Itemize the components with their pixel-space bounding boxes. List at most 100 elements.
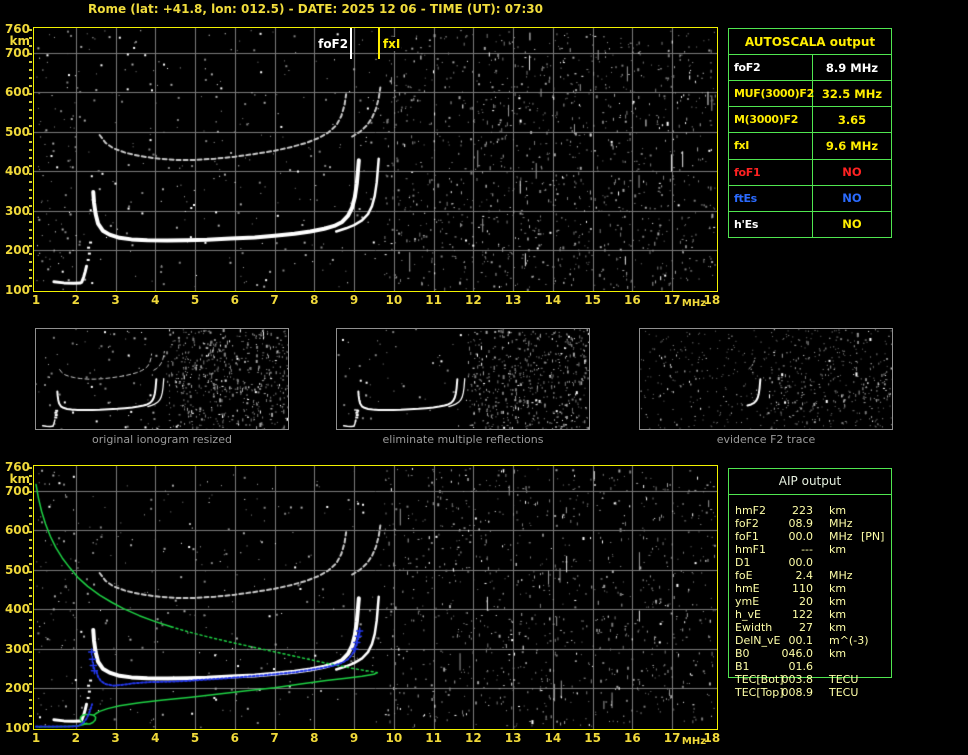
parameter-value: 003.8 <box>781 673 814 686</box>
y-tick-label: 200 <box>4 681 30 696</box>
parameter-value: NO <box>842 165 862 180</box>
autoscala-row-m3000f2: M(3000)F2 3.65 <box>729 107 891 134</box>
x-tick-label: 13 <box>504 731 522 745</box>
parameter-unit: km <box>829 608 847 621</box>
x-tick-label: 17 <box>663 731 681 745</box>
aip-row-hmf2: hmF2 223 km <box>729 504 893 517</box>
x-tick-label: 15 <box>584 293 601 307</box>
aip-header-separator <box>729 494 891 495</box>
autoscala-window: { "window": { "title": "Rome (lat: +41.8… <box>0 0 968 755</box>
parameter-unit: TECU <box>829 686 859 699</box>
parameter-value: 8.9 MHz <box>825 60 879 75</box>
x-tick-label: 4 <box>151 731 160 745</box>
x-tick-label: 6 <box>230 731 239 745</box>
parameter-value: 110 <box>792 582 813 595</box>
x-tick-label: 11 <box>425 731 442 745</box>
window-title: Rome (lat: +41.8, lon: 012.5) - DATE: 20… <box>88 2 543 16</box>
thumbnail-cleaned-canvas <box>337 329 589 429</box>
aip-row-ewidth: Ewidth 27 km <box>729 621 893 634</box>
autoscala-row-fxi: fxI 9.6 MHz <box>729 133 891 160</box>
aip-row-d1: D1 00.0 <box>729 556 893 569</box>
y-tick-label: 200 <box>4 243 30 258</box>
parameter-unit: km <box>829 543 847 556</box>
thumbnail-original-canvas <box>36 329 288 429</box>
autoscala-table-header: AUTOSCALA output <box>729 29 891 55</box>
thumbnail-original-caption: original ionogram resized <box>92 433 232 446</box>
parameter-value: 3.65 <box>837 112 867 127</box>
parameter-value: 2.4 <box>795 569 814 582</box>
top-ionogram-panel <box>33 27 718 292</box>
y-tick-label: 500 <box>4 124 30 139</box>
parameter-name: B0 <box>735 647 750 660</box>
fof2-marker-label: foF2 <box>317 37 350 51</box>
parameter-value: 008.9 <box>781 686 814 699</box>
y-tick-label: 500 <box>4 562 30 577</box>
x-tick-label: 4 <box>151 293 160 307</box>
parameter-name: foF1 <box>729 159 813 185</box>
x-axis-unit-label: MHz <box>681 298 707 309</box>
parameter-note: [PN] <box>861 530 885 543</box>
parameter-value: 20 <box>799 595 813 608</box>
x-tick-label: 10 <box>385 731 403 745</box>
y-axis-unit-label: km <box>9 472 30 486</box>
parameter-value: NO <box>842 191 862 206</box>
parameter-name: foF2 <box>729 55 813 81</box>
parameter-value: 223 <box>792 504 813 517</box>
x-tick-label: 16 <box>624 731 641 745</box>
y-tick-label: 700 <box>4 45 30 60</box>
aip-row-b1: B1 01.6 <box>729 660 893 673</box>
autoscala-row-hes: h'Es NO <box>729 211 891 237</box>
thumbnail-original-panel <box>35 328 289 430</box>
aip-row-yme: ymE 20 km <box>729 595 893 608</box>
x-tick-label: 8 <box>310 293 319 307</box>
aip-row-delnve: DelN_vE 00.1 m^(-3) <box>729 634 893 647</box>
x-tick-label: 7 <box>270 293 279 307</box>
aip-row-fof1: foF1 00.0 MHz [PN] <box>729 530 893 543</box>
y-tick-label: 700 <box>4 483 30 498</box>
aip-row-tecbot: TEC[Bot] 003.8 TECU <box>729 673 893 686</box>
parameter-value: 046.0 <box>781 647 814 660</box>
x-tick-label: 17 <box>663 293 681 307</box>
parameter-unit: km <box>829 621 847 634</box>
bottom-ionogram-panel <box>33 465 718 730</box>
x-tick-label: 1 <box>31 293 41 307</box>
parameter-value: 00.0 <box>788 556 814 569</box>
aip-row-foe: foE 2.4 MHz <box>729 569 893 582</box>
thumbnail-f2-evidence-canvas <box>640 329 892 429</box>
x-tick-label: 14 <box>544 293 562 307</box>
y-tick-label: 400 <box>4 602 30 617</box>
parameter-unit: MHz <box>829 569 853 582</box>
x-tick-label: 2 <box>71 731 80 745</box>
parameter-unit: km <box>829 582 847 595</box>
parameter-value: 01.6 <box>788 660 814 673</box>
y-tick-label: 600 <box>4 85 30 100</box>
aip-row-tectop: TEC[Top] 008.9 TECU <box>729 686 893 699</box>
thumbnail-cleaned-caption: eliminate multiple reflections <box>382 433 544 446</box>
aip-table-header: AIP output <box>778 474 842 488</box>
parameter-name: fxI <box>729 133 813 159</box>
aip-row-hmf1: hmF1 --- km <box>729 543 893 556</box>
parameter-value: 27 <box>799 621 813 634</box>
parameter-unit: km <box>829 595 847 608</box>
x-tick-label: 5 <box>190 293 200 307</box>
autoscala-row-ftes: ftEs NO <box>729 185 891 212</box>
x-tick-label: 15 <box>584 731 601 745</box>
thumbnail-f2-evidence-caption: evidence F2 trace <box>716 433 816 446</box>
parameter-unit: m^(-3) <box>829 634 869 647</box>
x-tick-label: 9 <box>349 731 359 745</box>
parameter-name: ftEs <box>729 185 813 211</box>
parameter-unit: km <box>829 647 847 660</box>
parameter-unit: TECU <box>829 673 859 686</box>
x-tick-label: 16 <box>624 293 641 307</box>
fof2-marker-line <box>350 28 353 59</box>
y-tick-label: 100 <box>4 282 30 297</box>
parameter-value: NO <box>842 217 862 232</box>
parameter-unit: km <box>829 504 847 517</box>
autoscala-row-fof1: foF1 NO <box>729 159 891 186</box>
parameter-unit: MHz <box>829 517 853 530</box>
aip-output-table: AIP output hmF2 223 km foF2 08.9 MHz foF1 00.0 M… <box>728 468 893 699</box>
parameter-unit: MHz <box>829 530 853 543</box>
parameter-name: h'Es <box>729 211 813 237</box>
x-tick-label: 7 <box>270 731 279 745</box>
thumbnail-cleaned-panel <box>336 328 590 430</box>
